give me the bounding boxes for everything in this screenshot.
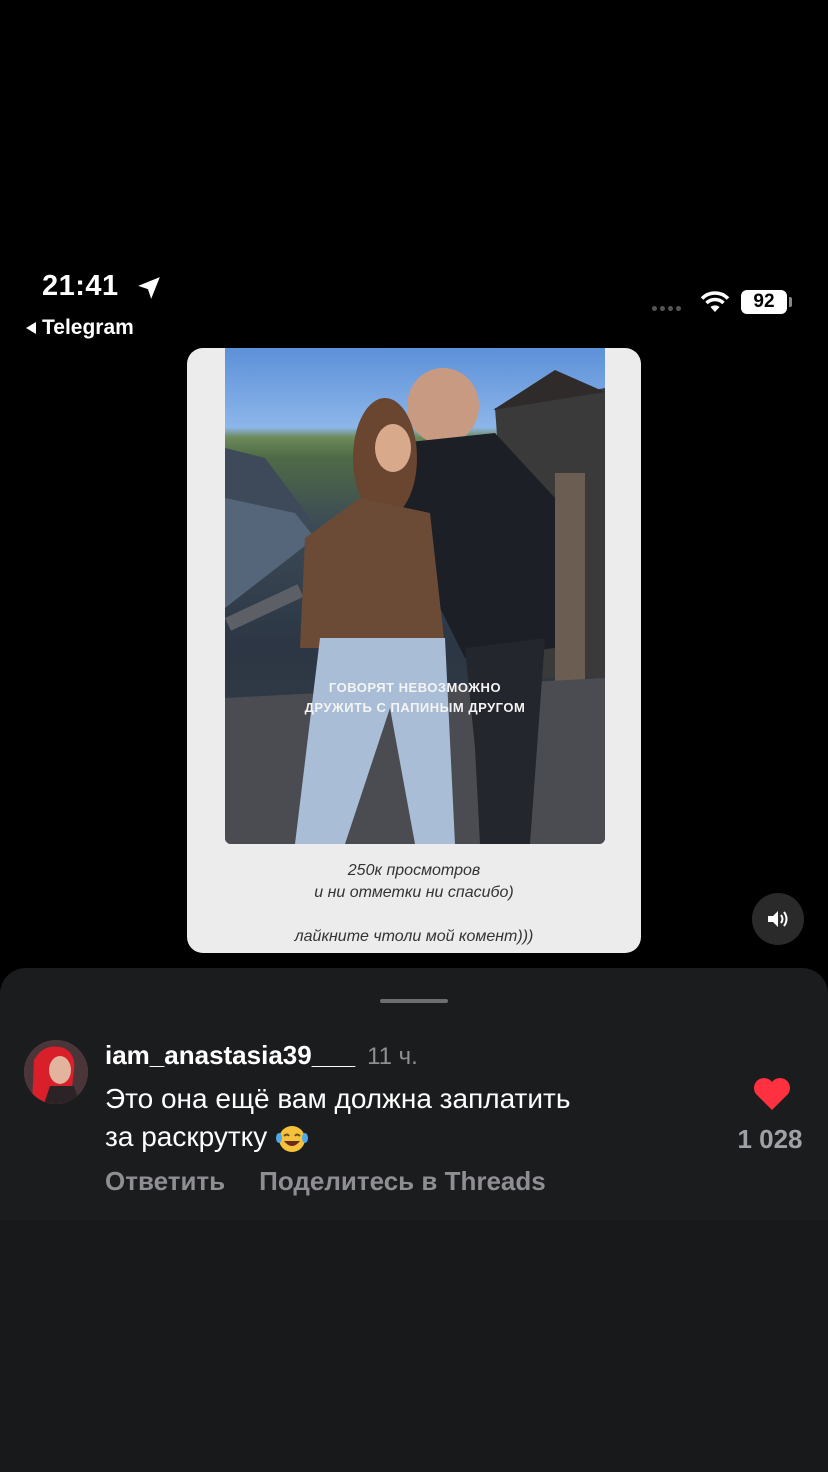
laughing-tears-emoji-icon bbox=[276, 1125, 309, 1152]
post-photo: ГОВОРЯТ НЕВОЗМОЖНО ДРУЖИТЬ С ПАПИНЫМ ДРУ… bbox=[225, 348, 605, 844]
comments-sheet-empty-area bbox=[0, 1220, 828, 1472]
avatar[interactable] bbox=[24, 1040, 88, 1104]
comment-header: iam_anastasia39___ 11 ч. bbox=[105, 1040, 418, 1071]
caption-line3: лайкните чтоли мой комент))) bbox=[294, 928, 534, 945]
like-count: 1 028 bbox=[737, 1124, 803, 1154]
sheet-drag-handle[interactable] bbox=[380, 999, 448, 1003]
top-letterbox bbox=[0, 0, 828, 252]
comment-text-line1: Это она ещё вам должна заплатить bbox=[105, 1083, 571, 1114]
sound-toggle-button[interactable] bbox=[752, 893, 804, 945]
avatar-image bbox=[24, 1040, 88, 1104]
cellular-signal-icon bbox=[652, 306, 681, 311]
battery-indicator: 92 bbox=[741, 290, 787, 314]
caption-line1: 250к просмотров bbox=[347, 862, 481, 879]
comment-text: Это она ещё вам должна заплатить за раск… bbox=[105, 1080, 705, 1156]
share-to-threads-button[interactable]: Поделитесь в Threads bbox=[259, 1166, 546, 1197]
comment-text-line2-wrap: за раскрутку bbox=[105, 1118, 705, 1156]
overlay-text-line2: ДРУЖИТЬ С ПАПИНЫМ ДРУГОМ bbox=[304, 700, 526, 715]
back-to-telegram-link[interactable]: Telegram bbox=[26, 316, 134, 340]
heart-icon[interactable] bbox=[752, 1076, 792, 1112]
location-arrow-icon bbox=[138, 277, 160, 299]
overlay-text-line1: ГОВОРЯТ НЕВОЗМОЖНО bbox=[328, 680, 502, 695]
comment-time: 11 ч. bbox=[367, 1043, 418, 1070]
post-card[interactable]: ГОВОРЯТ НЕВОЗМОЖНО ДРУЖИТЬ С ПАПИНЫМ ДРУ… bbox=[187, 348, 641, 953]
back-triangle-icon bbox=[26, 322, 36, 334]
battery-tip bbox=[789, 297, 792, 307]
status-time: 21:41 bbox=[42, 270, 119, 302]
photo-illustration bbox=[225, 368, 605, 844]
wifi-icon bbox=[700, 291, 730, 312]
speaker-icon bbox=[768, 911, 788, 927]
comment-username[interactable]: iam_anastasia39___ bbox=[105, 1040, 355, 1071]
caption-line2: и ни отметки ни спасибо) bbox=[314, 884, 514, 901]
comment-text-line2: за раскрутку bbox=[105, 1121, 268, 1152]
back-link-label: Telegram bbox=[42, 316, 134, 339]
comment-actions: Ответить Поделитесь в Threads bbox=[105, 1166, 546, 1197]
reply-button[interactable]: Ответить bbox=[105, 1166, 225, 1197]
